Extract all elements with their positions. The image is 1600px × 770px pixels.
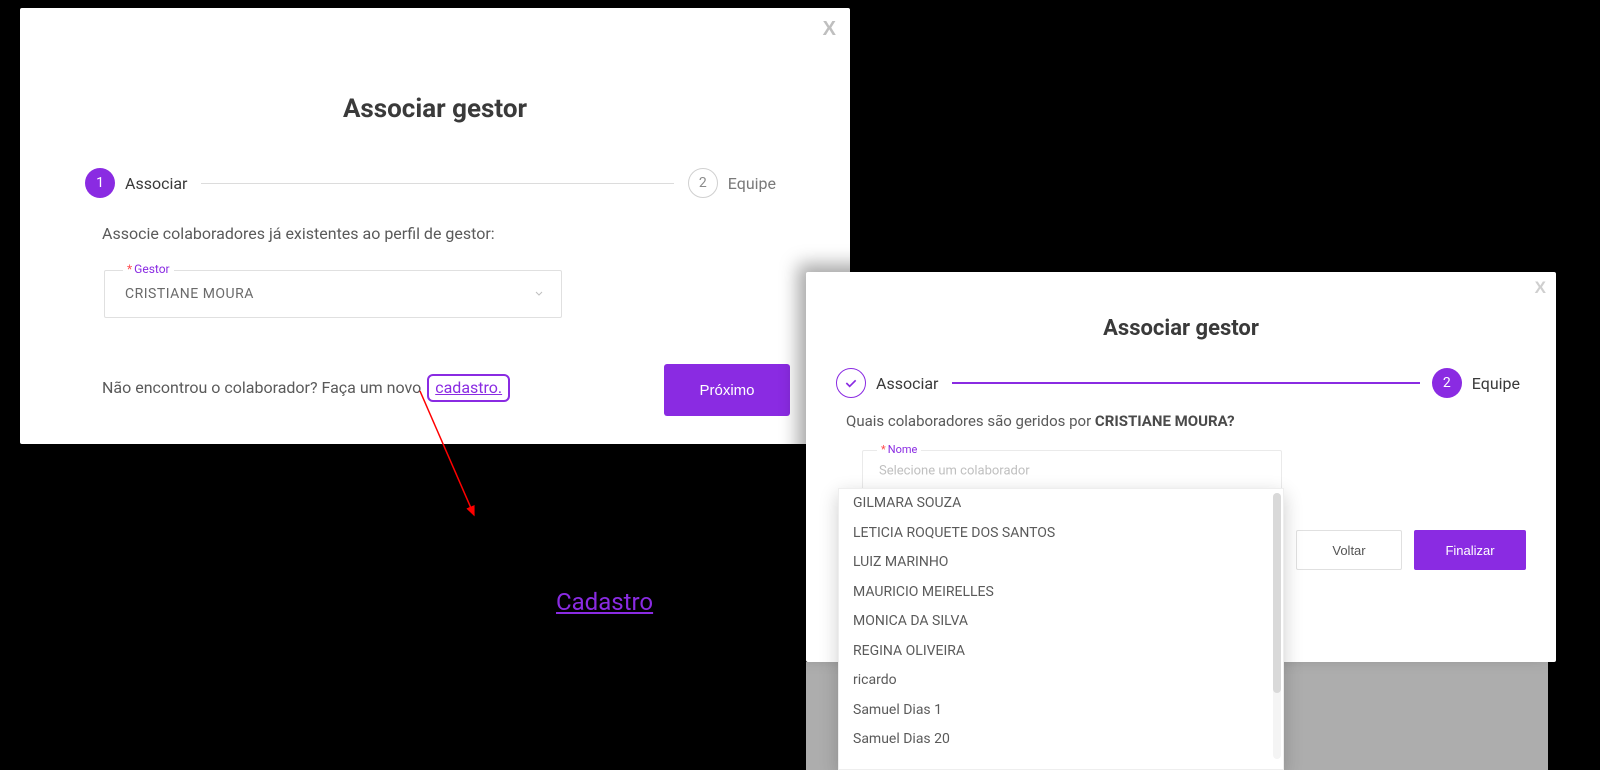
list-item[interactable]: Samuel Dias 20 (839, 725, 1271, 754)
finish-button[interactable]: Finalizar (1414, 530, 1526, 570)
step-connector (952, 382, 1419, 384)
modal-title: Associar gestor (1103, 316, 1259, 341)
gestor-label-text: Gestor (134, 262, 169, 276)
list-item[interactable]: ricardo (839, 666, 1271, 696)
cadastro-link[interactable]: cadastro. (427, 374, 510, 402)
question-text: Quais colaboradores são geridos por CRIS… (846, 412, 1235, 430)
nome-select-label: *Nome (877, 443, 921, 456)
list-item[interactable]: REGINA OLIVEIRA (839, 637, 1271, 667)
modal-associate-step1: X Associar gestor 1 Associar 2 Equipe As… (20, 8, 850, 444)
step-1-circle: 1 (85, 168, 115, 198)
scrollbar-thumb[interactable] (1273, 493, 1281, 693)
list-item[interactable]: GILMARA SOUZA (839, 489, 1271, 519)
step-1-label: Associar (125, 174, 187, 193)
instruction-text: Associe colaboradores já existentes ao p… (102, 224, 495, 243)
gestor-select-value: CRISTIANE MOURA (125, 286, 254, 302)
back-button[interactable]: Voltar (1296, 530, 1402, 570)
check-icon (843, 375, 859, 391)
nome-dropdown[interactable]: GILMARA SOUZA LETICIA ROQUETE DOS SANTOS… (838, 488, 1284, 770)
step-1-circle-done (836, 368, 866, 398)
step-2-label: Equipe (1472, 374, 1520, 393)
required-mark: * (881, 443, 886, 456)
step-1-label: Associar (876, 374, 938, 393)
list-item[interactable]: Samuel Dias 1 (839, 696, 1271, 726)
stepper: Associar 2 Equipe (836, 368, 1534, 398)
close-icon[interactable]: X (1535, 278, 1546, 298)
modal-title: Associar gestor (343, 94, 527, 124)
question-prefix: Quais colaboradores são geridos por (846, 412, 1095, 430)
nome-dropdown-list: GILMARA SOUZA LETICIA ROQUETE DOS SANTOS… (839, 489, 1271, 754)
nome-label-text: Nome (888, 443, 918, 456)
list-item[interactable]: MAURICIO MEIRELLES (839, 578, 1271, 608)
list-item[interactable]: LUIZ MARINHO (839, 548, 1271, 578)
chevron-down-icon (533, 285, 545, 304)
step-2-circle: 2 (1432, 368, 1462, 398)
hint-text: Não encontrou o colaborador? Faça um nov… (102, 374, 510, 402)
step-connector (201, 183, 673, 184)
annotation-label: Cadastro (556, 588, 653, 616)
close-icon[interactable]: X (823, 18, 836, 41)
hint-prefix: Não encontrou o colaborador? Faça um nov… (102, 378, 421, 397)
gestor-select-label: *Gestor (123, 262, 174, 276)
next-button[interactable]: Próximo (664, 364, 790, 416)
gestor-select[interactable]: *Gestor CRISTIANE MOURA (104, 270, 562, 318)
step-2-label: Equipe (728, 174, 776, 193)
stepper: 1 Associar 2 Equipe (85, 168, 790, 198)
nome-select[interactable]: *Nome Selecione um colaborador (862, 450, 1282, 492)
list-item[interactable]: LETICIA ROQUETE DOS SANTOS (839, 519, 1271, 549)
required-mark: * (127, 262, 132, 276)
nome-select-placeholder: Selecione um colaborador (879, 464, 1030, 479)
step-2-circle: 2 (688, 168, 718, 198)
list-item[interactable]: MONICA DA SILVA (839, 607, 1271, 637)
question-name: CRISTIANE MOURA? (1095, 412, 1235, 430)
